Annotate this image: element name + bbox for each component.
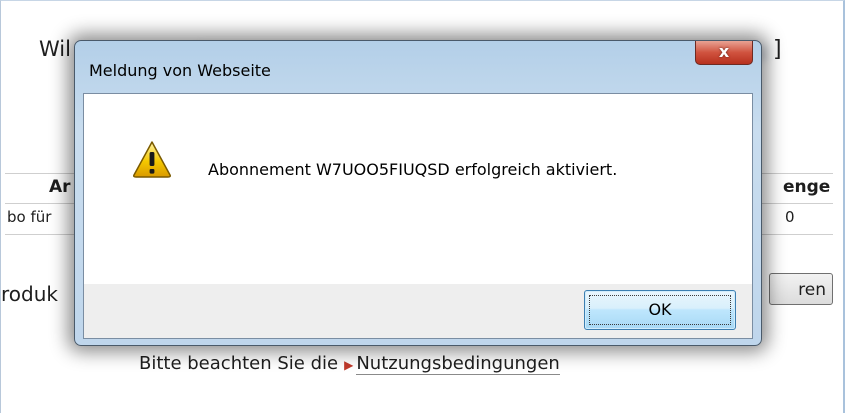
close-icon: x	[718, 42, 730, 61]
dialog-message: Abonnement W7UOO5FIUQSD erfolgreich akti…	[208, 160, 618, 179]
table-header-left: Ar	[49, 177, 71, 197]
link-arrow-icon: ▶	[344, 358, 354, 372]
background-action-button[interactable]: ren	[769, 273, 833, 305]
table-header-right: enge	[783, 177, 831, 197]
dialog-title: Meldung von Webseite	[89, 61, 271, 80]
terms-link[interactable]: Nutzungsbedingungen	[356, 353, 560, 375]
product-text: roduk	[1, 282, 58, 306]
close-button[interactable]: x	[695, 41, 753, 65]
welcome-text: Wil	[39, 37, 71, 61]
dialog-footer: OK	[84, 284, 752, 338]
terms-prefix: Bitte beachten Sie die	[139, 353, 339, 374]
welcome-bracket: ]	[773, 37, 782, 62]
table-cell-left: bo für	[7, 208, 52, 226]
focus-ring	[589, 295, 731, 325]
terms-notice: Bitte beachten Sie die ▶ Nutzungsbedingung…	[139, 353, 560, 375]
table-cell-right: 0	[785, 208, 795, 226]
ok-button[interactable]: OK	[584, 290, 736, 330]
alert-dialog: Meldung von Webseite x Abonnement W7UOO5…	[74, 40, 762, 346]
dialog-body: Abonnement W7UOO5FIUQSD erfolgreich akti…	[83, 93, 753, 339]
warning-icon	[133, 141, 171, 178]
